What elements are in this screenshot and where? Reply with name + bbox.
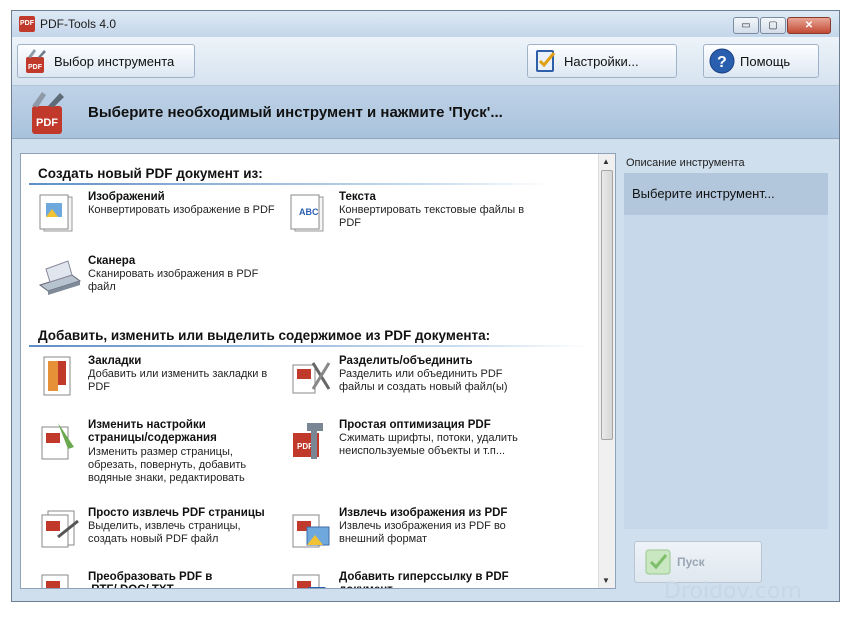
tool-list-panel: Создать новый PDF документ из: Изображен… bbox=[20, 153, 616, 589]
hyperlink-icon: http bbox=[289, 571, 333, 588]
tool-select-label: Выбор инструмента bbox=[54, 53, 175, 69]
tool-description: Конвертировать текстовые файлы в PDF bbox=[339, 204, 525, 229]
tool-description: Изменить размер страницы, обрезать, пове… bbox=[88, 446, 247, 484]
description-text: Выберите инструмент... bbox=[632, 186, 775, 201]
description-panel: Выберите инструмент... bbox=[624, 173, 828, 529]
watermark-text: Droidov.com bbox=[664, 579, 802, 604]
tool-description: Сканировать изображения в PDF файл bbox=[88, 268, 259, 293]
tool-name: Преобразовать PDF в .RTF/.DOC/.TXT bbox=[88, 571, 213, 588]
tool-select-button[interactable]: PDF Выбор инструмента bbox=[17, 44, 195, 78]
tool-name: Изменить настройки страницы/содержания bbox=[88, 419, 217, 444]
maximize-button[interactable]: ▢ bbox=[760, 17, 786, 34]
toolbox-icon: PDF bbox=[22, 47, 50, 75]
tool-name: Простая оптимизация PDF bbox=[339, 419, 491, 431]
tool-name: Извлечь изображения из PDF bbox=[339, 507, 508, 519]
section-divider bbox=[29, 183, 549, 185]
start-label: Пуск bbox=[677, 555, 705, 569]
svg-text:PDF: PDF bbox=[36, 117, 58, 129]
tool-description: Добавить или изменить закладки в PDF bbox=[88, 368, 268, 393]
minimize-button[interactable]: ▭ bbox=[733, 17, 759, 34]
convert-icon bbox=[38, 571, 82, 588]
start-button[interactable]: Пуск bbox=[634, 541, 762, 583]
settings-label: Настройки... bbox=[564, 53, 639, 69]
scanner-icon bbox=[38, 255, 82, 299]
image-doc-icon bbox=[38, 191, 82, 235]
tool-description: Извлечь изображения из PDF во внешний фо… bbox=[339, 520, 506, 545]
scroll-thumb[interactable] bbox=[601, 170, 613, 440]
app-window: PDF PDF-Tools 4.0 ▭ ▢ ✕ PDF Выбор инстру… bbox=[11, 10, 840, 604]
tool-description: Выделить, извлечь страницы, создать новы… bbox=[88, 520, 241, 545]
section-heading-edit: Добавить, изменить или выделить содержим… bbox=[38, 328, 491, 343]
extract-pages-icon bbox=[38, 507, 82, 551]
help-label: Помощь bbox=[740, 53, 791, 69]
bookmark-icon bbox=[38, 355, 82, 399]
help-button[interactable]: ? Помощь bbox=[703, 44, 819, 78]
text-doc-icon: ABC bbox=[289, 191, 333, 235]
tool-description: Сжимать шрифты, потоки, удалить неисполь… bbox=[339, 432, 518, 457]
svg-text:?: ? bbox=[717, 54, 727, 71]
tool-name: Закладки bbox=[88, 355, 142, 367]
page-settings-icon bbox=[38, 419, 82, 463]
side-panel-label: Описание инструмента bbox=[626, 157, 745, 169]
settings-button[interactable]: Настройки... bbox=[527, 44, 677, 78]
scroll-down-icon[interactable]: ▼ bbox=[602, 576, 610, 585]
tool-name: Изображений bbox=[88, 191, 165, 203]
svg-text:ABC: ABC bbox=[299, 207, 319, 217]
split-merge-icon bbox=[289, 355, 333, 399]
vertical-scrollbar[interactable]: ▲ ▼ bbox=[598, 154, 615, 588]
pdf-toolbox-icon: PDF bbox=[24, 90, 72, 136]
tool-description: Разделить или объединить PDF файлы и соз… bbox=[339, 368, 508, 393]
section-heading-create: Создать новый PDF документ из: bbox=[38, 166, 263, 181]
pdf-tools-icon: PDF bbox=[19, 16, 35, 32]
settings-checklist-icon bbox=[532, 47, 560, 75]
tool-name: Просто извлечь PDF страницы bbox=[88, 507, 265, 519]
tool-name: Текста bbox=[339, 191, 376, 203]
tool-description: Конвертировать изображение в PDF bbox=[88, 204, 275, 216]
scroll-up-icon[interactable]: ▲ bbox=[602, 157, 610, 166]
section-divider bbox=[29, 345, 589, 347]
title-bar[interactable]: PDF PDF-Tools 4.0 ▭ ▢ ✕ bbox=[12, 11, 839, 37]
tool-name: Разделить/объединить bbox=[339, 355, 473, 367]
tool-name: Сканера bbox=[88, 255, 136, 267]
instruction-text: Выберите необходимый инструмент и нажмит… bbox=[88, 104, 503, 121]
toolbar: PDF Выбор инструмента Настройки... ? Пом… bbox=[12, 37, 839, 86]
start-check-icon bbox=[643, 547, 673, 577]
extract-images-icon bbox=[289, 507, 333, 551]
description-selected: Выберите инструмент... bbox=[624, 173, 828, 215]
svg-text:PDF: PDF bbox=[297, 442, 313, 451]
window-title: PDF-Tools 4.0 bbox=[40, 17, 117, 31]
help-icon: ? bbox=[708, 47, 736, 75]
svg-text:PDF: PDF bbox=[28, 64, 43, 71]
instruction-header: PDF Выберите необходимый инструмент и на… bbox=[12, 86, 839, 139]
close-button[interactable]: ✕ bbox=[787, 17, 831, 34]
tool-name: Добавить гиперссылку в PDF документ bbox=[339, 571, 509, 588]
optimize-icon: PDF bbox=[289, 419, 333, 463]
